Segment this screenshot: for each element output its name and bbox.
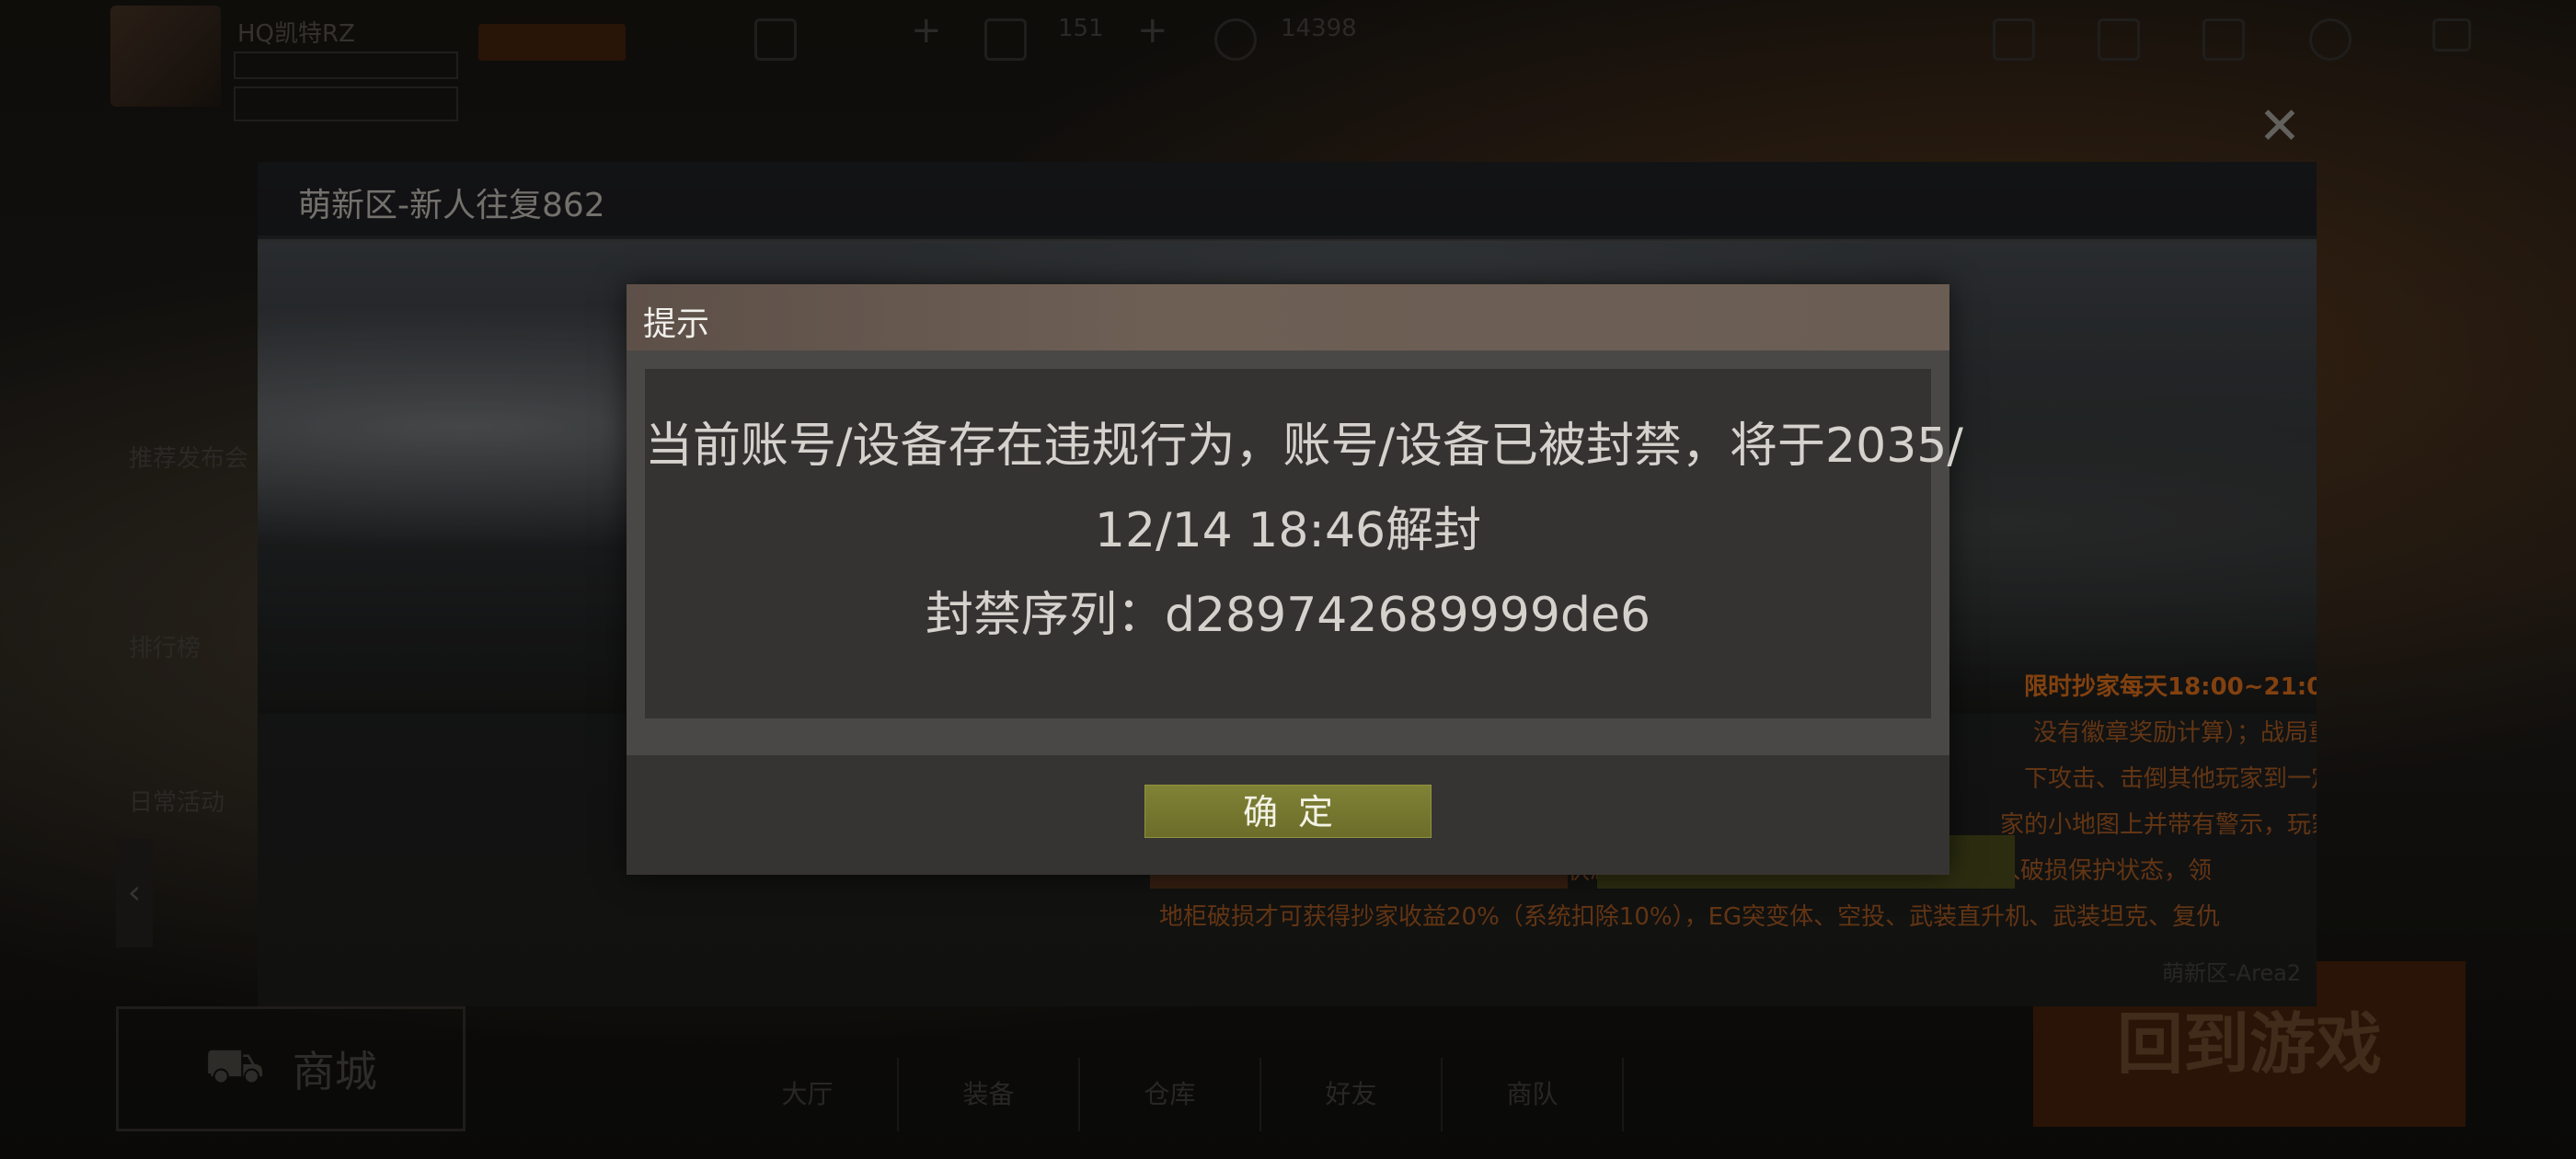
dialog-title: 提示 xyxy=(643,305,710,343)
ban-notice-dialog: 提示 当前账号/设备存在违规行为，账号/设备已被封禁，将于2035/ 12/14… xyxy=(627,284,1963,875)
ok-button[interactable]: 确定 xyxy=(1144,785,1432,838)
dialog-header: 提示 xyxy=(627,284,1949,350)
ban-serial: 封禁序列：d289742689999de6 xyxy=(925,588,1651,643)
screen: HQ凯特RZ + 151 + 14398 推荐发布会 排行榜 日常活动 ‹ ⛟ … xyxy=(0,0,2576,1159)
ban-message-line-2: 12/14 18:46解封 xyxy=(1094,503,1482,558)
ban-message-line-1: 当前账号/设备存在违规行为，账号/设备已被封禁，将于2035/ xyxy=(645,419,1963,474)
dialog-message: 当前账号/设备存在违规行为，账号/设备已被封禁，将于2035/ 12/14 18… xyxy=(645,369,1963,718)
